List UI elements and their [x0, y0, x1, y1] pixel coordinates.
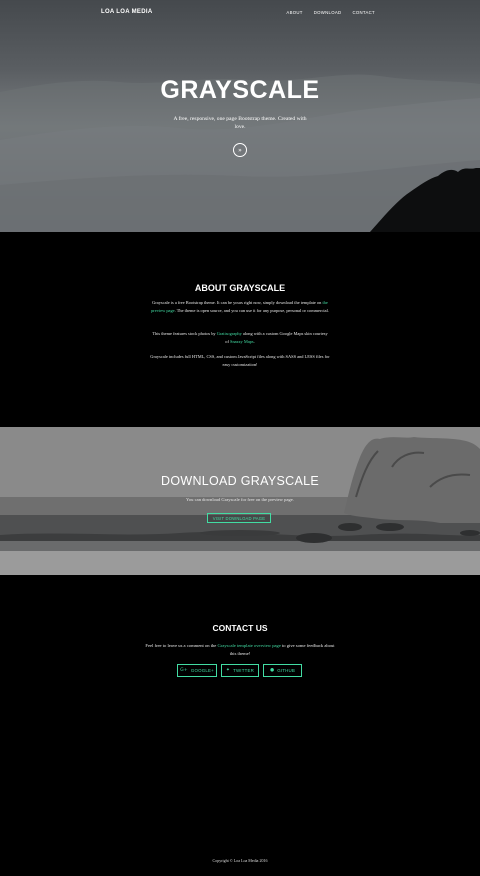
about-p2-text-c: . [253, 338, 255, 344]
footer-copyright: Copyright © Loa Loa Media 2016 [212, 858, 268, 863]
contact-section: CONTACT US Feel free to leave us a comme… [0, 575, 480, 876]
top-navbar: LOA LOA MEDIA ABOUT DOWNLOAD CONTACT [0, 0, 480, 25]
twitter-icon: ✦ [226, 668, 231, 673]
template-overview-link[interactable]: Grayscale template overview page [217, 643, 280, 648]
double-chevron-down-icon: » [238, 146, 242, 154]
download-text: You can download Grayscale for free on t… [186, 497, 294, 502]
about-p1-text-b: . The theme is open source, and you can … [174, 307, 329, 313]
google-plus-label: GOOGLE+ [190, 668, 214, 673]
twitter-label: TWITTER [233, 668, 254, 673]
hero-subtitle: A free, responsive, one page Bootstrap t… [173, 116, 307, 130]
contact-text-a: Feel free to leave us a comment on the [145, 643, 218, 648]
google-plus-button[interactable]: G+ GOOGLE+ [177, 664, 217, 677]
visit-download-page-button[interactable]: VISIT DOWNLOAD PAGE [207, 513, 271, 523]
nav-link-about[interactable]: ABOUT [286, 10, 302, 15]
nav-links: ABOUT DOWNLOAD CONTACT [286, 10, 375, 15]
about-title: ABOUT GRAYSCALE [194, 283, 286, 293]
about-paragraph-1: Grayscale is a free Bootstrap theme. It … [150, 299, 330, 314]
about-paragraph-3: Grayscale includes full HTML, CSS, and c… [150, 354, 330, 367]
about-paragraph-2: This theme features stock photos by Grat… [150, 330, 330, 345]
contact-title: CONTACT US [212, 623, 268, 633]
gratisography-link[interactable]: Gratisography [217, 331, 242, 336]
github-icon: ● [269, 668, 275, 673]
github-button[interactable]: ● GITHUB [263, 664, 302, 677]
twitter-button[interactable]: ✦ TWITTER [221, 664, 259, 677]
download-title: DOWNLOAD GRAYSCALE [161, 474, 319, 488]
about-p1-text-a: Grayscale is a free Bootstrap theme. It … [152, 300, 323, 305]
google-plus-icon: G+ [180, 668, 188, 673]
hero-title: GRAYSCALE [160, 76, 320, 104]
hero-section: GRAYSCALE A free, responsive, one page B… [0, 0, 480, 232]
github-label: GITHUB [277, 668, 295, 673]
contact-text: Feel free to leave us a comment on the G… [145, 642, 335, 657]
about-p2-text-a: This theme features stock photos by [152, 331, 217, 336]
nav-link-contact[interactable]: CONTACT [352, 10, 375, 15]
snazzy-maps-link[interactable]: Snazzy Maps [230, 339, 254, 344]
brand-link[interactable]: LOA LOA MEDIA [101, 9, 152, 15]
download-section: DOWNLOAD GRAYSCALE You can download Gray… [0, 427, 480, 575]
scroll-down-button[interactable]: » [233, 143, 247, 157]
nav-link-download[interactable]: DOWNLOAD [314, 10, 342, 15]
about-section: ABOUT GRAYSCALE Grayscale is a free Boot… [0, 232, 480, 427]
